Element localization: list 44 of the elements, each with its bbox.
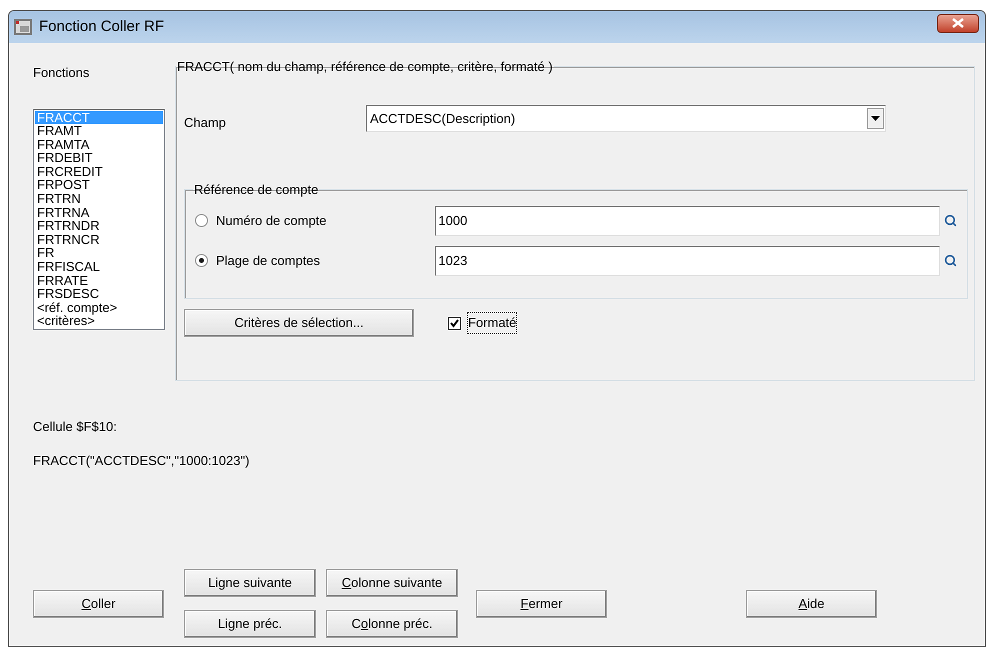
function-list-item[interactable]: FRDEBIT (35, 151, 163, 165)
dialog-button[interactable]: Coller (33, 590, 164, 618)
close-button[interactable] (937, 14, 979, 32)
radio-button[interactable] (195, 214, 208, 227)
dialog-button[interactable]: Ligne suivante (184, 569, 316, 597)
function-list-item[interactable]: FRAMT (35, 124, 163, 138)
function-list-item[interactable]: FRTRNCR (35, 232, 163, 246)
search-icon[interactable] (944, 254, 957, 267)
dialog-button[interactable]: Colonne suivante (326, 569, 458, 597)
window-title: Fonction Coller RF (39, 16, 164, 37)
function-list-item[interactable]: FR (35, 246, 163, 260)
function-list-item[interactable]: <réf. compte> (35, 300, 163, 314)
search-icon[interactable] (944, 214, 957, 227)
function-list-item[interactable]: FRSDESC (35, 287, 163, 301)
field-dropdown[interactable]: ACCTDESC(Description) (366, 104, 886, 132)
dialog-button[interactable]: Aide (746, 590, 877, 618)
radio-label: Numéro de compte (216, 212, 328, 230)
radio-button[interactable] (195, 254, 208, 267)
list-label: Fonctions (33, 64, 90, 82)
function-list-item[interactable]: FRPOST (35, 178, 163, 192)
function-list-item[interactable]: FRTRNA (35, 206, 163, 220)
dialog-button[interactable]: Colonne préc. (326, 610, 458, 638)
dialog-button[interactable]: Fermer (476, 590, 607, 618)
function-list-item[interactable]: FRCREDIT (35, 164, 163, 178)
group-title: FRACCT( nom du champ, référence de compte, critère, formaté ) (176, 58, 554, 76)
dialog-button[interactable]: Ligne préc. (184, 610, 316, 638)
radio-label: Plage de comptes (216, 252, 322, 270)
function-list-item[interactable]: FRFISCAL (35, 260, 163, 274)
checkbox-label: Formaté (467, 312, 518, 334)
field-label: Champ (184, 114, 227, 132)
account-input-field[interactable]: 1023 (435, 246, 940, 276)
checkbox[interactable] (448, 316, 461, 330)
function-list-item[interactable]: FRTRN (35, 192, 163, 206)
account-input-field[interactable]: 1000 (435, 206, 940, 236)
app-icon (13, 17, 33, 37)
close-icon (952, 18, 964, 28)
formula-text: FRACCT("ACCTDESC","1000:1023") (33, 452, 250, 470)
group-title: Référence de compte (193, 181, 320, 199)
function-list-item[interactable]: FRTRNDR (35, 219, 163, 233)
function-list-item[interactable]: <critères> (35, 314, 163, 328)
criteria-button[interactable]: Critères de sélection... (184, 309, 414, 337)
function-list-item[interactable]: FRRATE (35, 274, 163, 288)
function-list-item[interactable]: FRAMTA (35, 138, 163, 152)
cell-label: Cellule $F$10: (33, 418, 118, 436)
